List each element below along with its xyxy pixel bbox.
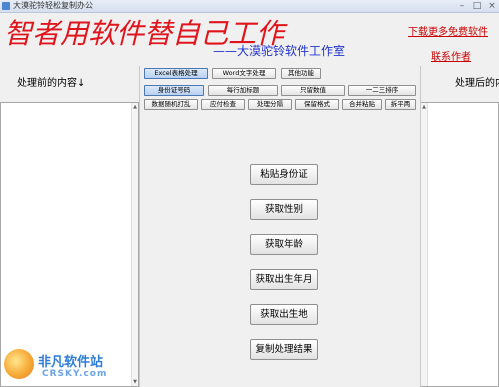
tab-word[interactable]: Word文字处理 (212, 68, 276, 79)
get-birthplace-button[interactable]: 获取出生地 (250, 304, 318, 325)
site-watermark: 非凡软件站 CRSKY.com (0, 347, 140, 387)
tab-other[interactable]: 其他功能 (281, 68, 321, 79)
get-birth-date-button[interactable]: 获取出生年月 (250, 269, 318, 290)
window-title: 大漠驼铃轻松复制办公 (13, 1, 93, 10)
subtab-id-number[interactable]: 身份证号码 (144, 85, 204, 96)
watermark-name: 非凡软件站 (38, 355, 104, 370)
output-scrollbar[interactable]: ▲ (421, 103, 428, 386)
subtab-sort[interactable]: 一二三排序 (348, 85, 416, 96)
right-panel-label: 处理后的内 (420, 66, 499, 102)
watermark-sub: CRSKY.com (42, 369, 108, 379)
input-scrollbar[interactable]: ▲ ▼ (131, 103, 138, 386)
watermark-logo-icon (4, 349, 34, 379)
output-textarea[interactable]: ▲ (420, 102, 499, 387)
copy-result-button[interactable]: 复制处理结果 (250, 339, 318, 360)
studio-name: ——大漠驼铃软件工作室 (213, 44, 346, 58)
tab-excel[interactable]: Excel表格处理 (144, 68, 208, 79)
window-titlebar: 大漠驼铃轻松复制办公 – □ × (0, 0, 499, 13)
get-gender-button[interactable]: 获取性别 (250, 199, 318, 220)
subtab-line-title[interactable]: 每行加标题 (208, 85, 278, 96)
subtab-shuffle[interactable]: 数据随机打乱 (144, 99, 198, 110)
left-panel-label: 处理前的内容↓ (0, 66, 139, 102)
scroll-up-icon[interactable]: ▲ (421, 104, 427, 110)
subtab-keep-format[interactable]: 保留格式 (295, 99, 339, 110)
maximize-icon[interactable]: □ (470, 0, 484, 12)
get-age-button[interactable]: 获取年龄 (250, 234, 318, 255)
input-textarea[interactable]: ▲ ▼ (0, 102, 139, 387)
scroll-up-icon[interactable]: ▲ (132, 104, 138, 110)
subtab-merge-paste[interactable]: 合并粘贴 (342, 99, 382, 110)
subtab-check[interactable]: 应付检查 (201, 99, 245, 110)
subtab-split[interactable]: 拆平两 (385, 99, 416, 110)
contact-author-link[interactable]: 联系作者 (431, 48, 471, 63)
paste-id-button[interactable]: 粘贴身份证 (250, 164, 318, 185)
download-more-link[interactable]: 下载更多免费软件 (408, 23, 488, 38)
app-icon (2, 2, 10, 10)
subtab-separate[interactable]: 处理分隔 (248, 99, 292, 110)
subtab-keep-numbers[interactable]: 只留数值 (281, 85, 345, 96)
minimize-icon[interactable]: – (455, 0, 469, 12)
close-icon[interactable]: × (485, 0, 499, 12)
center-panel: Excel表格处理 Word文字处理 其他功能 身份证号码 每行加标题 只留数值… (139, 66, 421, 387)
